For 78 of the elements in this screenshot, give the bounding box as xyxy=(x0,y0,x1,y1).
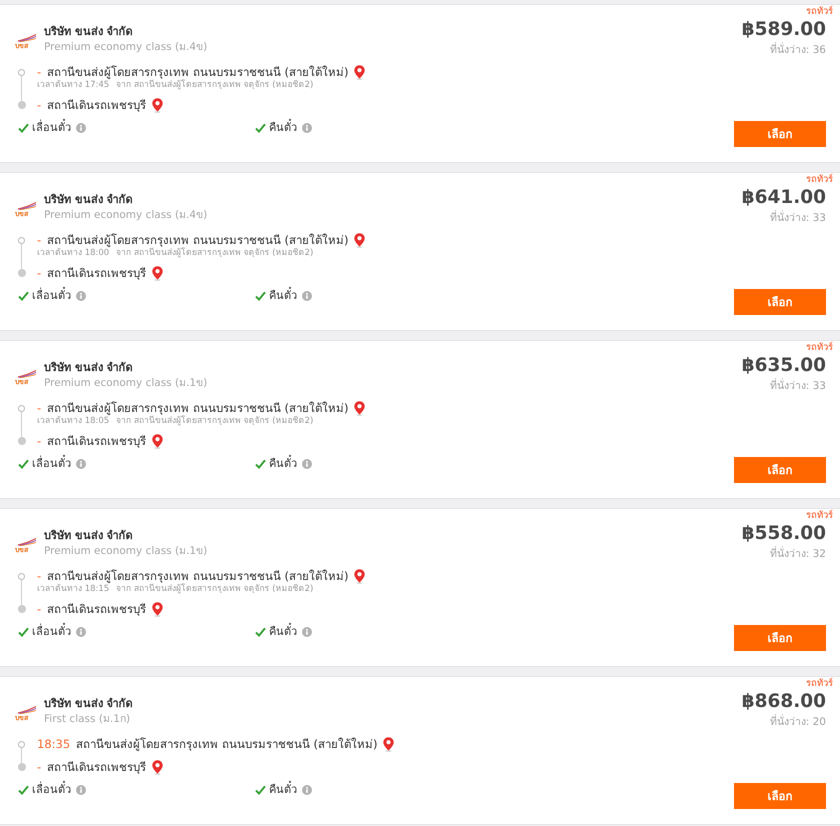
departure-station: สถานีขนส่งผู้โดยสารกรุงเทพ ถนนบรมราชชนนี (สายใต้ใหม่) xyxy=(47,232,348,247)
bus-type-tag: รถทัวร์ xyxy=(806,342,833,354)
company-name: บริษัท ขนส่ง จำกัด xyxy=(44,25,134,39)
ticket-price: ฿635.00 xyxy=(742,355,826,377)
origin-time: เวลาต้นทาง 18:15 xyxy=(37,584,110,594)
map-pin-icon[interactable] xyxy=(152,602,164,616)
service-class: Premium economy class (ม.4ข) xyxy=(44,208,208,222)
seats-available: ที่นั่งว่าง: 20 xyxy=(770,715,826,729)
ticket-price: ฿558.00 xyxy=(742,523,826,545)
origin-time: เวลาต้นทาง 17:45 xyxy=(37,80,110,90)
map-pin-icon[interactable] xyxy=(354,232,366,248)
policy-label: คืนตั๋ว xyxy=(269,289,297,303)
origin-station: จาก สถานีขนส่งผู้โดยสารกรุงเทพ จตุจักร (หมอชิต2) xyxy=(116,80,314,90)
origin-time: เวลาต้นทาง 18:00 xyxy=(37,248,110,258)
policy-label: คืนตั๋ว xyxy=(269,625,297,639)
policy-label: เลื่อนตั๋ว xyxy=(32,783,71,797)
stop-marker: - xyxy=(37,568,42,584)
origin-time: เวลาต้นทาง 18:05 xyxy=(37,416,110,426)
select-button[interactable]: เลือก xyxy=(734,457,826,483)
departure-station: สถานีขนส่งผู้โดยสารกรุงเทพ ถนนบรมราชชนนี (สายใต้ใหม่) xyxy=(47,64,348,79)
stop-marker: 18:35 xyxy=(37,736,70,752)
select-button[interactable]: เลือก xyxy=(734,783,826,809)
policy-label: เลื่อนตั๋ว xyxy=(32,457,71,471)
select-button[interactable]: เลือก xyxy=(734,289,826,315)
policy-label: เลื่อนตั๋ว xyxy=(32,289,71,303)
company-name: บริษัท ขนส่ง จำกัด xyxy=(44,697,133,711)
select-button[interactable]: เลือก xyxy=(734,625,826,651)
service-class: Premium economy class (ม.1ข) xyxy=(44,376,208,390)
departure-station: สถานีขนส่งผู้โดยสารกรุงเทพ ถนนบรมราชชนนี (สายใต้ใหม่) xyxy=(76,736,378,752)
arrival-station: สถานีเดินรถเพชรบุรี xyxy=(47,97,146,113)
stop-marker: - xyxy=(37,433,42,449)
stop-marker: - xyxy=(37,97,42,113)
stop-marker: - xyxy=(37,601,42,617)
arrival-station: สถานีเดินรถเพชรบุรี xyxy=(47,433,146,449)
stop-marker: - xyxy=(37,64,42,80)
map-pin-icon[interactable] xyxy=(383,736,394,752)
service-class: First class (ม.1ก) xyxy=(44,712,132,726)
bus-type-tag: รถทัวร์ xyxy=(806,678,833,690)
policy-label: เลื่อนตั๋ว xyxy=(32,625,71,639)
seats-available: ที่นั่งว่าง: 36 xyxy=(770,43,826,57)
service-class: Premium economy class (ม.4ข) xyxy=(44,40,208,54)
policy-label: คืนตั๋ว xyxy=(269,783,297,797)
map-pin-icon[interactable] xyxy=(354,568,366,584)
arrival-station: สถานีเดินรถเพชรบุรี xyxy=(47,759,146,775)
stop-marker: - xyxy=(37,759,42,775)
stop-marker: - xyxy=(37,400,42,416)
stop-marker: - xyxy=(37,265,42,281)
seats-available: ที่นั่งว่าง: 33 xyxy=(770,379,826,393)
stop-marker: - xyxy=(37,232,42,248)
ticket-price: ฿641.00 xyxy=(742,187,826,209)
policy-label: คืนตั๋ว xyxy=(269,457,297,471)
select-button[interactable]: เลือก xyxy=(734,121,826,147)
policy-label: คืนตั๋ว xyxy=(269,121,297,135)
map-pin-icon[interactable] xyxy=(152,760,164,774)
ticket-price: ฿589.00 xyxy=(742,19,826,41)
company-name: บริษัท ขนส่ง จำกัด xyxy=(44,193,134,207)
ticket-price: ฿868.00 xyxy=(742,691,826,713)
company-name: บริษัท ขนส่ง จำกัด xyxy=(44,361,134,375)
bus-type-tag: รถทัวร์ xyxy=(806,174,833,186)
bus-type-tag: รถทัวร์ xyxy=(806,6,833,18)
arrival-station: สถานีเดินรถเพชรบุรี xyxy=(47,265,146,281)
map-pin-icon[interactable] xyxy=(354,64,366,80)
departure-station: สถานีขนส่งผู้โดยสารกรุงเทพ ถนนบรมราชชนนี (สายใต้ใหม่) xyxy=(47,400,348,415)
service-class: Premium economy class (ม.1ข) xyxy=(44,544,208,558)
departure-station: สถานีขนส่งผู้โดยสารกรุงเทพ ถนนบรมราชชนนี (สายใต้ใหม่) xyxy=(47,568,348,583)
origin-station: จาก สถานีขนส่งผู้โดยสารกรุงเทพ จตุจักร (หมอชิต2) xyxy=(116,584,314,594)
origin-station: จาก สถานีขนส่งผู้โดยสารกรุงเทพ จตุจักร (หมอชิต2) xyxy=(116,416,314,426)
arrival-station: สถานีเดินรถเพชรบุรี xyxy=(47,601,146,617)
seats-available: ที่นั่งว่าง: 33 xyxy=(770,211,826,225)
company-name: บริษัท ขนส่ง จำกัด xyxy=(44,529,134,543)
map-pin-icon[interactable] xyxy=(152,266,164,280)
map-pin-icon[interactable] xyxy=(354,400,366,416)
seats-available: ที่นั่งว่าง: 32 xyxy=(770,547,826,561)
bus-type-tag: รถทัวร์ xyxy=(806,510,833,522)
origin-station: จาก สถานีขนส่งผู้โดยสารกรุงเทพ จตุจักร (หมอชิต2) xyxy=(116,248,314,258)
policy-label: เลื่อนตั๋ว xyxy=(32,121,71,135)
map-pin-icon[interactable] xyxy=(152,98,164,112)
map-pin-icon[interactable] xyxy=(152,434,164,448)
